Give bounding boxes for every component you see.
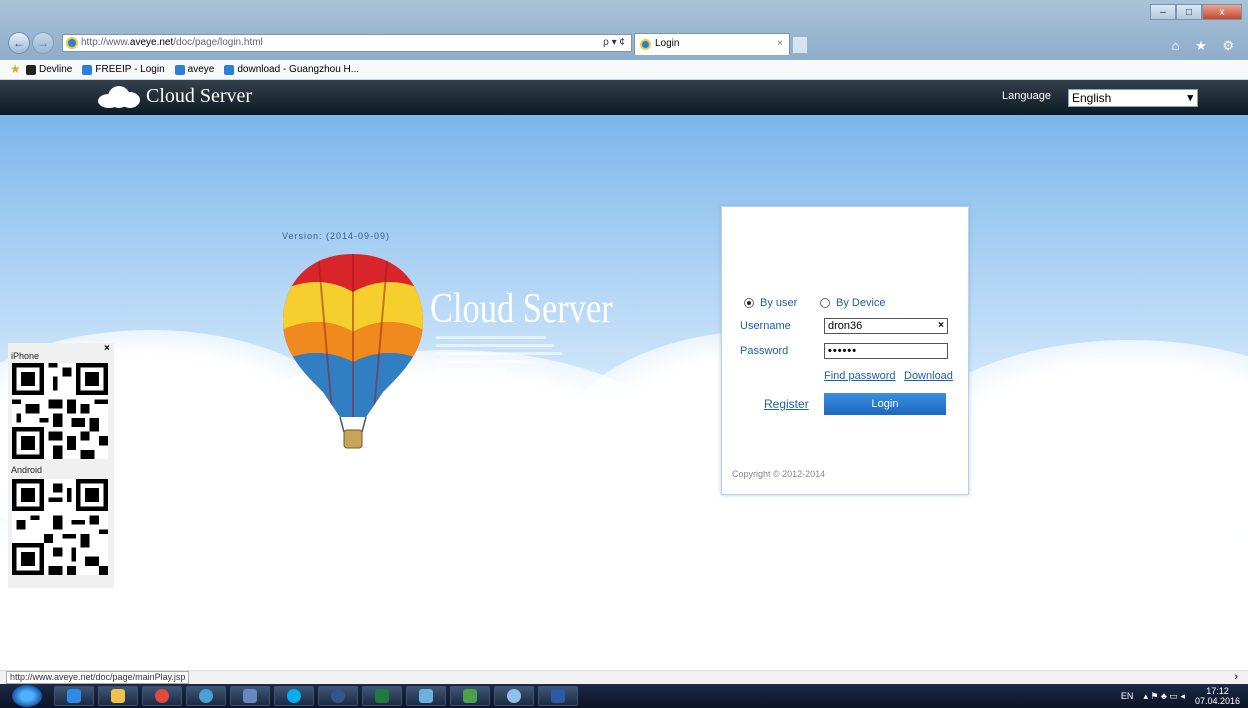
language-label: Language: [1002, 90, 1051, 102]
ie-taskbar-icon[interactable]: [54, 686, 94, 706]
tab-login[interactable]: Login ×: [634, 33, 790, 55]
favorite-aveye[interactable]: aveye: [174, 60, 214, 79]
site-header: Cloud Server Language English ▾: [0, 80, 1248, 115]
password-label: Password: [740, 345, 789, 357]
find-password-link[interactable]: Find password: [824, 370, 896, 382]
ie-icon: [66, 37, 78, 49]
word-taskbar-icon[interactable]: [538, 686, 578, 706]
by-user-radio[interactable]: By user: [744, 297, 797, 309]
system-tray: EN ▴ ⚑ ♣ ▭ ◂ 17:12 07.04.2016: [1121, 684, 1240, 708]
by-device-radio[interactable]: By Device: [820, 297, 886, 309]
forward-button[interactable]: →: [32, 32, 54, 54]
login-button[interactable]: Login: [824, 393, 946, 415]
address-bar[interactable]: http://www.aveye.net/doc/page/login.html…: [62, 34, 632, 52]
search-refresh-icons[interactable]: ρ ▾ ¢: [603, 35, 625, 51]
new-tab-button[interactable]: [792, 36, 808, 54]
address-prefix: http://www.: [81, 37, 130, 48]
android-label: Android: [11, 465, 43, 475]
skype-taskbar-icon[interactable]: [274, 686, 314, 706]
register-link[interactable]: Register: [764, 397, 809, 411]
windows-taskbar: EN ▴ ⚑ ♣ ▭ ◂ 17:12 07.04.2016: [0, 684, 1248, 708]
login-panel: By user By Device Username dron36 × Pass…: [721, 206, 969, 495]
search-taskbar-icon[interactable]: [494, 686, 534, 706]
close-icon[interactable]: ×: [104, 343, 110, 354]
clear-icon[interactable]: ×: [938, 319, 944, 333]
excel-taskbar-icon[interactable]: [362, 686, 402, 706]
chart-taskbar-icon[interactable]: [450, 686, 490, 706]
explorer-taskbar-icon[interactable]: [98, 686, 138, 706]
app-taskbar-icon[interactable]: [186, 686, 226, 706]
address-host: aveye.net: [129, 37, 174, 48]
back-button[interactable]: ←: [8, 32, 30, 54]
iphone-qr-code[interactable]: [12, 363, 108, 459]
photos-taskbar-icon[interactable]: [406, 686, 446, 706]
browser-titlebar: ← → http://www.aveye.net/doc/page/login.…: [0, 0, 1248, 60]
chevron-down-icon: ▾: [1187, 92, 1193, 104]
clock[interactable]: 17:12 07.04.2016: [1195, 686, 1240, 706]
favorite-devline[interactable]: Devline: [26, 60, 72, 79]
language-value: English: [1072, 91, 1112, 105]
address-path: /doc/page/login.html: [173, 37, 263, 48]
window-controls: – □ x: [1150, 4, 1242, 20]
chrome-taskbar-icon[interactable]: [142, 686, 182, 706]
favorites-bar: ★ Devline FREEIP - Login aveye download …: [0, 60, 1248, 80]
hero-title: Cloud Server: [430, 286, 613, 332]
username-label: Username: [740, 320, 791, 332]
media-taskbar-icon[interactable]: [318, 686, 358, 706]
android-qr-code[interactable]: [12, 479, 108, 575]
minimize-button[interactable]: –: [1150, 4, 1176, 20]
close-button[interactable]: x: [1202, 4, 1242, 20]
status-url: http://www.aveye.net/doc/page/mainPlay.j…: [6, 671, 190, 684]
qr-panel: × iPhone Android: [8, 343, 114, 588]
hero-description: [436, 336, 566, 376]
language-select[interactable]: English ▾: [1068, 89, 1198, 107]
favorite-download[interactable]: download - Guangzhou H...: [224, 60, 359, 79]
iphone-label: iPhone: [11, 351, 40, 361]
radio-selected-icon: [744, 298, 754, 308]
ie-icon: [640, 39, 651, 50]
home-favorites-tools-icons[interactable]: ⌂ ★ ⚙: [1172, 38, 1240, 54]
status-bar: http://www.aveye.net/doc/page/mainPlay.j…: [0, 670, 1248, 684]
tab-close-icon[interactable]: ×: [777, 34, 783, 54]
hot-air-balloon-icon: [283, 254, 423, 449]
username-field[interactable]: dron36 ×: [824, 318, 948, 334]
network-taskbar-icon[interactable]: [230, 686, 270, 706]
tab-title: Login: [655, 38, 680, 49]
download-link[interactable]: Download: [904, 370, 953, 382]
maximize-button[interactable]: □: [1176, 4, 1202, 20]
radio-unselected-icon: [820, 298, 830, 308]
start-button[interactable]: [12, 685, 42, 707]
password-field[interactable]: ••••••: [824, 343, 948, 359]
scroll-right-icon[interactable]: ›: [1234, 671, 1238, 683]
copyright-text: Copyright © 2012-2014: [732, 469, 826, 479]
page-content: Cloud Server Language English ▾ Version:…: [0, 80, 1248, 670]
cloud-logo-icon: [98, 86, 140, 108]
version-text: Version: (2014-09-09): [282, 231, 391, 241]
language-indicator[interactable]: EN: [1121, 691, 1134, 701]
favorite-freeip[interactable]: FREEIP - Login: [82, 60, 165, 79]
favorites-star-icon[interactable]: ★: [10, 60, 21, 79]
tray-icons[interactable]: ▴ ⚑ ♣ ▭ ◂: [1143, 691, 1185, 702]
site-title: Cloud Server: [146, 85, 253, 107]
